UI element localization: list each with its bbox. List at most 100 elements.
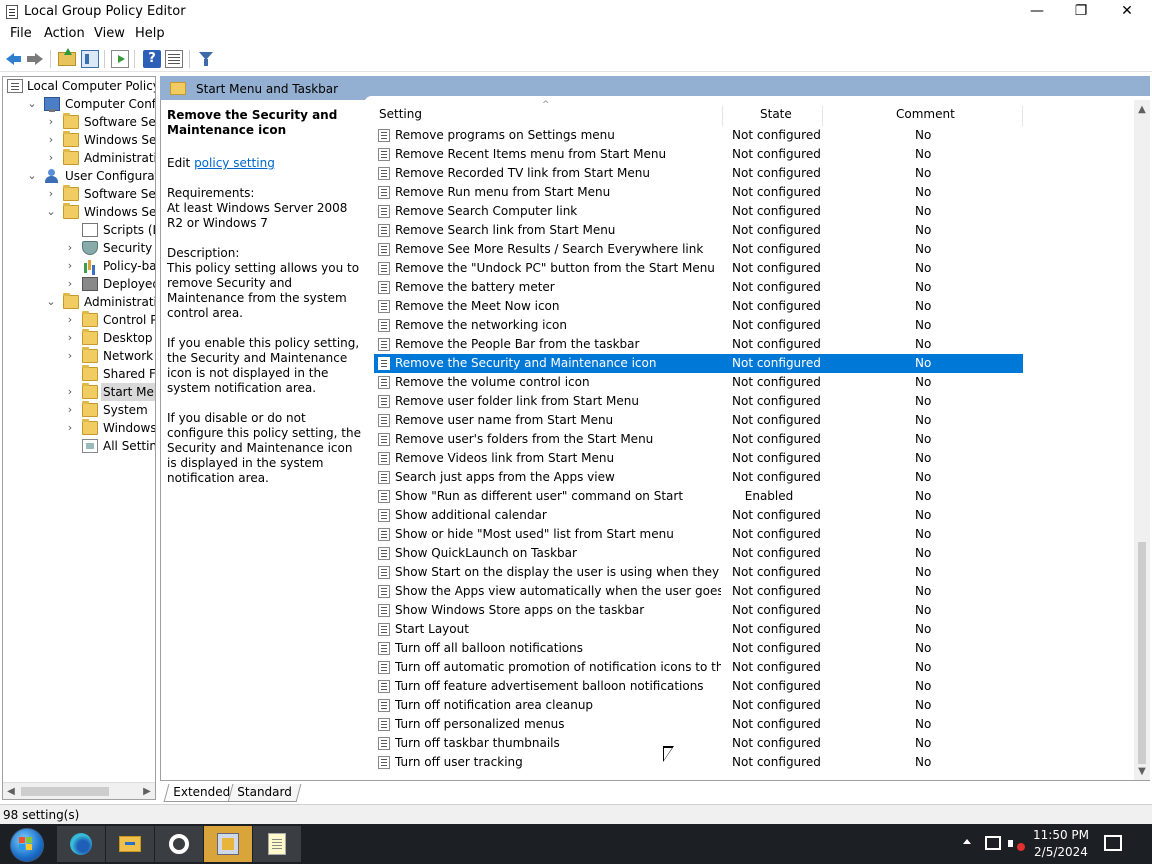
chevron-up-icon[interactable] [962,836,972,846]
show-hide-tree-icon[interactable] [81,50,99,68]
tree-item[interactable]: › Software Settings [3,185,155,203]
table-row[interactable]: Remove Recorded TV link from Start Menu N… [374,164,1023,183]
scroll-right-icon[interactable]: ▶ [139,783,155,799]
clock[interactable]: 11:50 PM 2/5/2024 [1030,827,1092,861]
table-row[interactable]: Turn off all balloon notifications Not co… [374,639,1023,658]
chevron-right-icon[interactable]: › [64,257,76,275]
table-row[interactable]: Remove the volume control icon Not config… [374,373,1023,392]
start-button[interactable] [4,826,48,862]
back-arrow-icon[interactable] [4,50,22,68]
table-row[interactable]: Remove user name from Start Menu Not conf… [374,411,1023,430]
chevron-right-icon[interactable]: › [45,131,57,149]
taskbar-file-explorer[interactable] [106,826,154,862]
tree-horizontal-scrollbar[interactable]: ◀ ▶ [3,782,155,799]
table-row[interactable]: Remove Videos link from Start Menu Not co… [374,449,1023,468]
column-divider[interactable] [1022,106,1023,126]
chevron-right-icon[interactable]: › [64,401,76,419]
tree-item[interactable]: Local Computer Policy [3,77,155,95]
column-divider[interactable] [822,106,823,126]
tree-item[interactable]: › Desktop [3,329,153,347]
scroll-up-icon[interactable]: ▲ [1134,102,1150,118]
tree-item[interactable]: ⌄ Administrative Te [3,293,155,311]
table-row[interactable]: Remove user folder link from Start Menu N… [374,392,1023,411]
tree-item[interactable]: › Deployed Prin [3,275,155,293]
restore-button[interactable]: ❐ [1058,0,1104,24]
table-row[interactable]: Show QuickLaunch on Taskbar Not configure… [374,544,1023,563]
list-vertical-scrollbar[interactable]: ▲ ▼ [1134,100,1150,780]
table-row[interactable]: Remove the networking icon Not configured… [374,316,1023,335]
tree-item[interactable]: › Security Settir [3,239,155,257]
chevron-right-icon[interactable]: › [64,275,76,293]
menu-action[interactable]: Action [44,26,85,41]
tree-item[interactable]: › Start Menu ar [3,383,155,401]
export-list-icon[interactable] [111,50,129,68]
table-row[interactable]: Show or hide "Most used" list from Start… [374,525,1023,544]
tree-item[interactable]: Shared Folder [3,365,155,383]
chevron-right-icon[interactable]: › [64,239,76,257]
menu-view[interactable]: View [94,26,125,41]
table-row[interactable]: Remove Recent Items menu from Start Menu… [374,145,1023,164]
table-row[interactable]: Remove Run menu from Start Menu Not confi… [374,183,1023,202]
taskbar-settings[interactable] [155,826,203,862]
tree-item[interactable]: › Software Settings [3,113,155,131]
chevron-right-icon[interactable]: › [45,185,57,203]
tree-item[interactable]: ⌄ Windows Setting [3,203,155,221]
taskbar-group-policy-editor[interactable] [204,826,252,862]
table-row[interactable]: Remove See More Results / Search Everywh… [374,240,1023,259]
scrollbar-thumb[interactable] [1138,542,1146,764]
table-row[interactable]: Turn off user tracking Not configured No [374,753,1023,772]
tree-item[interactable]: ⌄ Computer Configura [3,95,155,113]
table-row[interactable]: Show the Apps view automatically when th… [374,582,1023,601]
table-row[interactable]: Turn off automatic promotion of notifica… [374,658,1023,677]
column-divider[interactable] [722,106,723,126]
chevron-right-icon[interactable]: › [64,311,76,329]
table-row[interactable]: Remove the "Undock PC" button from the S… [374,259,1023,278]
close-button[interactable]: ✕ [1104,0,1150,24]
forward-arrow-icon[interactable] [26,50,44,68]
chevron-right-icon[interactable]: › [64,329,76,347]
table-row[interactable]: Remove Search link from Start Menu Not co… [374,221,1023,240]
scroll-left-icon[interactable]: ◀ [3,783,19,799]
edit-policy-setting-link[interactable]: policy setting [194,156,275,170]
tree-item[interactable]: › Windows Setting [3,131,155,149]
table-row[interactable]: Remove the Meet Now icon Not configured No [374,297,1023,316]
chevron-right-icon[interactable]: › [45,149,57,167]
chevron-down-icon[interactable]: ⌄ [26,167,38,185]
up-one-level-icon[interactable] [58,48,76,66]
chevron-down-icon[interactable]: ⌄ [45,293,57,311]
notification-icon[interactable] [1104,835,1122,851]
column-comment[interactable]: Comment [896,107,955,121]
table-row[interactable]: Show Windows Store apps on the taskbar No… [374,601,1023,620]
table-row[interactable]: Remove the Security and Maintenance icon… [374,354,1023,373]
navigation-tree[interactable]: Local Computer Policy ⌄ Computer Configura… [2,76,156,800]
table-row[interactable]: Remove user's folders from the Start Men… [374,430,1023,449]
table-row[interactable]: Turn off feature advertisement balloon n… [374,677,1023,696]
table-row[interactable]: Start Layout Not configured No [374,620,1023,639]
network-icon[interactable] [985,836,1001,850]
table-row[interactable]: Turn off taskbar thumbnails Not configure… [374,734,1023,753]
minimize-button[interactable]: — [1014,0,1060,24]
table-row[interactable]: Show "Run as different user" command on … [374,487,1023,506]
menu-help[interactable]: Help [135,26,165,41]
tree-item[interactable]: › Administrative Te [3,149,155,167]
table-row[interactable]: Show Start on the display the user is us… [374,563,1023,582]
extended-view-icon[interactable] [165,50,183,68]
chevron-right-icon[interactable]: › [64,347,76,365]
tree-item[interactable]: › Policy-based [3,257,155,275]
tree-item[interactable]: ⌄ User Configuration [3,167,155,185]
tree-item[interactable]: › Windows Cor [3,419,155,437]
taskbar-edge[interactable] [57,826,105,862]
filter-icon[interactable] [197,50,215,68]
table-row[interactable]: Search just apps from the Apps view Not c… [374,468,1023,487]
tree-item[interactable]: › System [3,401,153,419]
volume-muted-icon[interactable] [1008,836,1026,852]
chevron-down-icon[interactable]: ⌄ [26,95,38,113]
scroll-down-icon[interactable]: ▼ [1134,764,1150,780]
scrollbar-thumb[interactable] [21,787,109,796]
table-row[interactable]: Remove programs on Settings menu Not conf… [374,126,1023,145]
column-state[interactable]: State [760,107,792,121]
taskbar-notepad[interactable] [253,826,301,862]
table-row[interactable]: Turn off personalized menus Not configure… [374,715,1023,734]
chevron-right-icon[interactable]: › [64,383,76,401]
tree-item[interactable]: › Network [3,347,153,365]
